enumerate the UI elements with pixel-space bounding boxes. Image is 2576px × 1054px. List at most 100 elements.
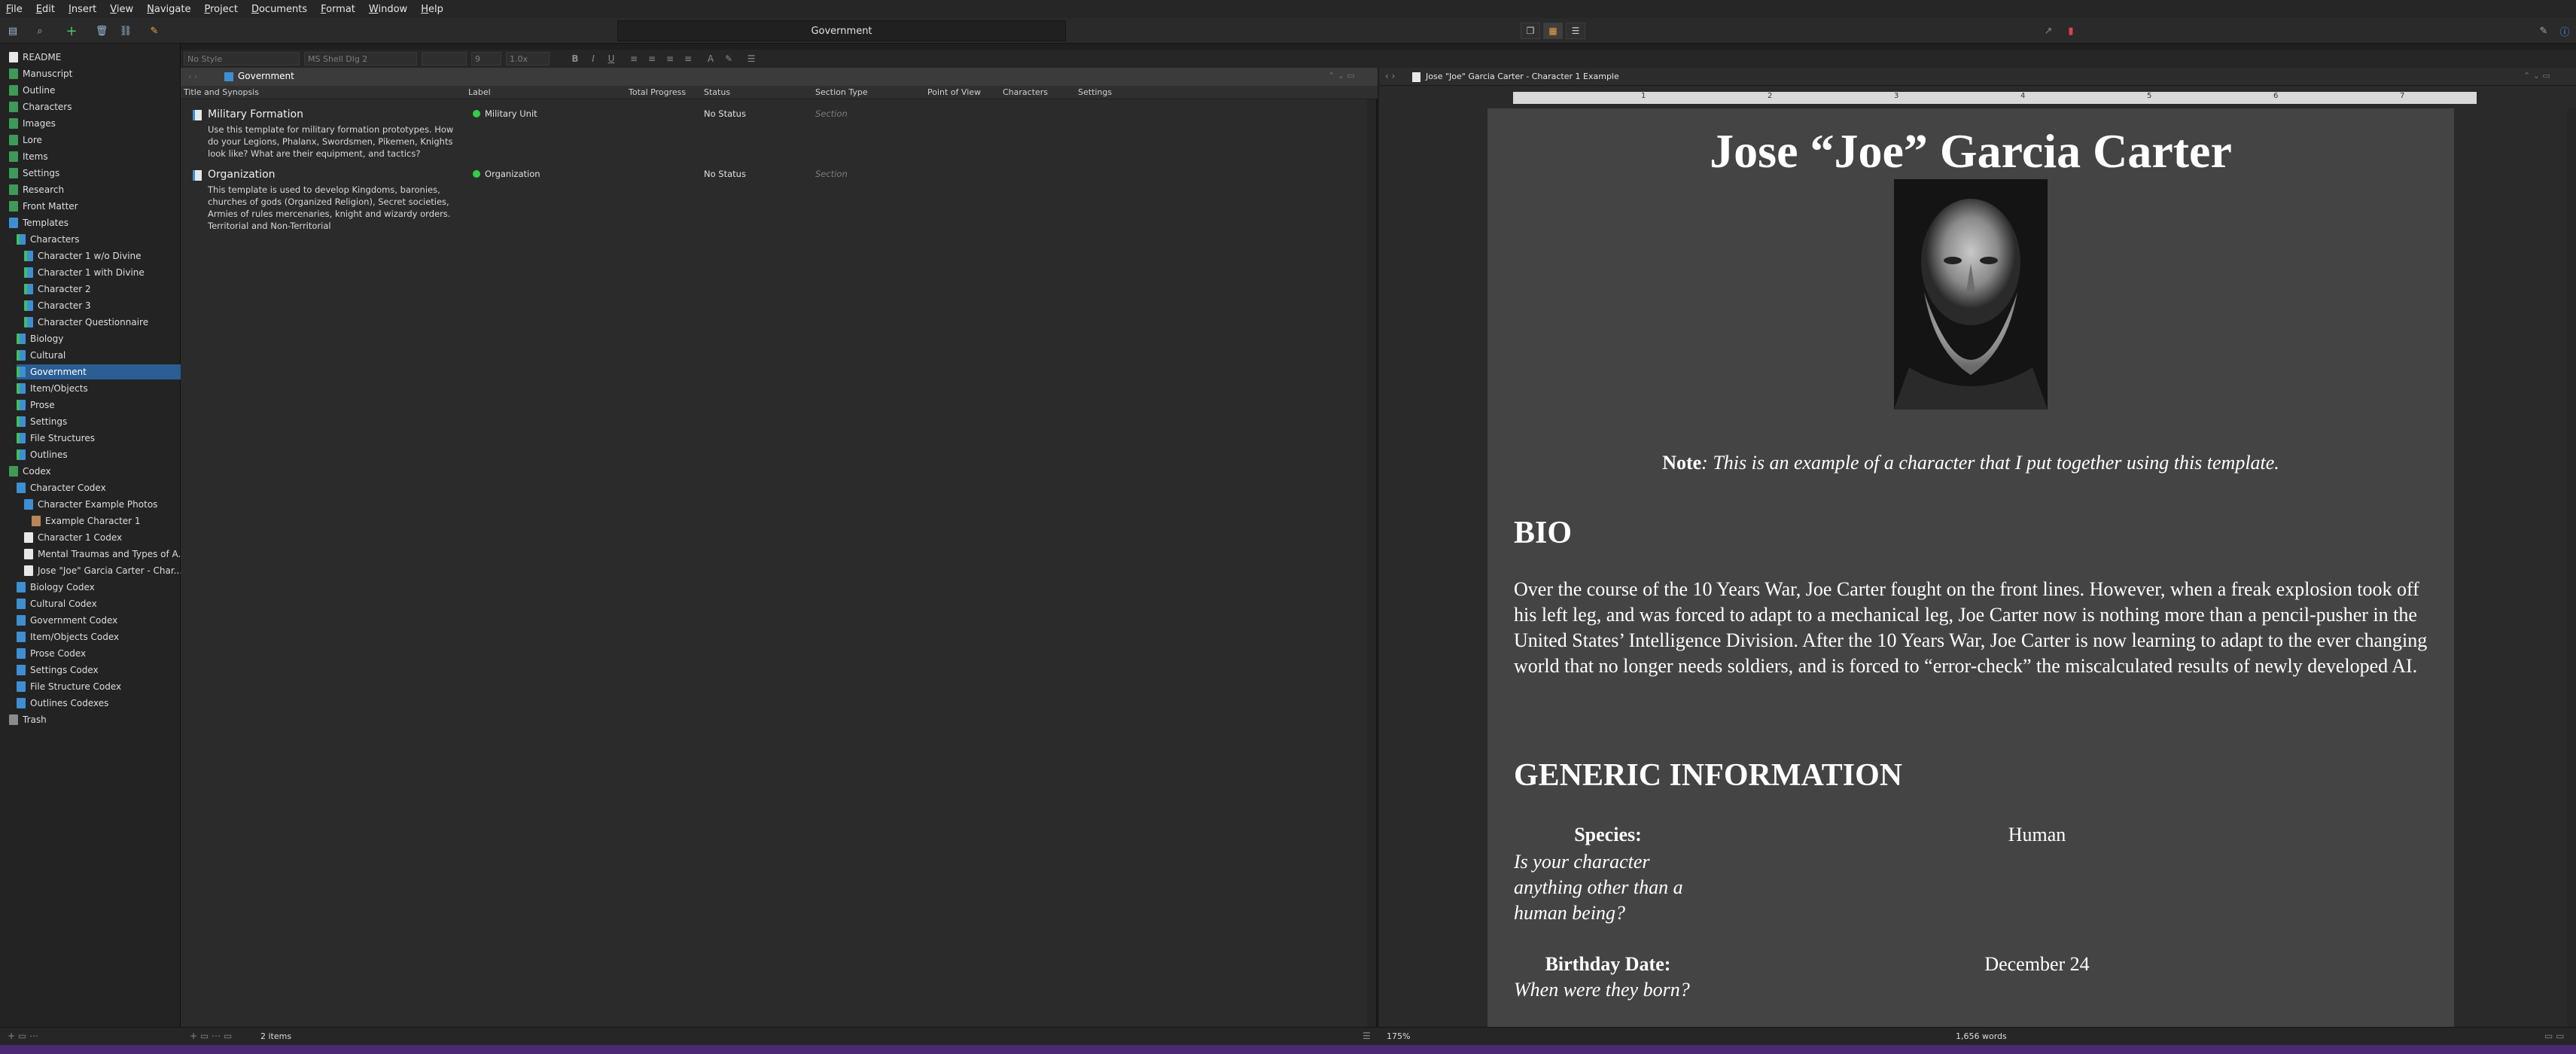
binder-item[interactable]: Images [9, 116, 181, 131]
binder-item[interactable]: Outlines [17, 447, 181, 462]
nav-arrows-icon[interactable]: ‹ › [188, 72, 197, 81]
binder-item[interactable]: Character 1 Codex [24, 530, 181, 545]
binder-item[interactable]: Settings [17, 414, 181, 429]
align-center-button[interactable]: ≡ [646, 53, 658, 65]
col-point-of-view[interactable]: Point of View [927, 87, 981, 97]
menu-format[interactable]: Format [321, 4, 355, 15]
scrivenings-view-button[interactable]: ❐ [1521, 23, 1540, 39]
nav-back-forward-icon[interactable]: ‹ › [1385, 71, 1395, 81]
binder-item[interactable]: Item/Objects [17, 381, 181, 396]
menu-view[interactable]: View [110, 4, 133, 15]
menu-project[interactable]: Project [204, 4, 238, 15]
binder-item[interactable]: Example Character 1 [32, 513, 181, 529]
binder-item[interactable]: Front Matter [9, 199, 181, 214]
corkboard-view-button[interactable]: ▦ [1543, 23, 1563, 39]
binder-item[interactable]: Outlines Codexes [17, 696, 181, 711]
menu-edit[interactable]: Edit [36, 4, 55, 15]
bold-button[interactable]: B [569, 53, 581, 65]
binder-item[interactable]: Jose "Joe" Garcia Carter - Char... [24, 563, 182, 578]
trash-icon[interactable]: 🗑 [95, 24, 108, 38]
col-characters[interactable]: Characters [1003, 87, 1048, 97]
ruler[interactable]: 1 2 3 4 5 6 7 [1513, 92, 2477, 104]
outliner-row[interactable]: Military Formation Use this template for… [181, 105, 1363, 166]
bookmark-icon[interactable]: ▮ [2064, 24, 2078, 38]
binder-item[interactable]: Manuscript [9, 66, 181, 81]
binder-item[interactable]: Mental Traumas and Types of A... [24, 547, 187, 562]
info-icon[interactable]: ⓘ [2558, 24, 2571, 38]
document-page[interactable]: Jose “Joe” Garcia Carter Note: This is a… [1487, 108, 2454, 1027]
binder-item[interactable]: Character 3 [24, 298, 181, 313]
underline-button[interactable]: U [605, 53, 617, 65]
binder-item[interactable]: File Structures [17, 431, 181, 446]
binder-toggle-icon[interactable]: ▤ [6, 24, 20, 38]
highlight-icon[interactable]: ✎ [723, 53, 735, 65]
add-icon[interactable]: + [65, 23, 78, 39]
col-total-progress[interactable]: Total Progress [629, 87, 686, 97]
menu-file[interactable]: File [6, 4, 23, 15]
align-left-button[interactable]: ≡ [628, 53, 640, 65]
justify-button[interactable]: ≡ [682, 53, 694, 65]
font-size-select[interactable]: 9 [471, 52, 501, 65]
binder-add-icon[interactable]: + ▭ ⋯ [8, 1031, 38, 1041]
edit-icon[interactable]: ✎ [148, 24, 161, 38]
binder-item[interactable]: Government [17, 364, 181, 379]
editor-scrollbar[interactable] [2567, 108, 2576, 1027]
split-icon[interactable]: ⌃ ⌄ ▭ [1328, 71, 1355, 81]
binder-item[interactable]: Characters [17, 232, 181, 247]
binder-item[interactable]: Items [9, 149, 181, 164]
share-icon[interactable]: ↗ [2042, 24, 2055, 38]
align-right-button[interactable]: ≡ [664, 53, 676, 65]
binder-item[interactable]: Outline [9, 83, 181, 98]
binder-item[interactable]: Cultural Codex [17, 596, 181, 611]
zoom-level[interactable]: 175% [1387, 1031, 1410, 1041]
link-icon[interactable]: ⛓ [119, 24, 132, 38]
menu-navigate[interactable]: Navigate [147, 4, 190, 15]
split-icon[interactable]: ⌃ ⌄ ▭ [2523, 71, 2550, 81]
binder-item[interactable]: Biology [17, 331, 181, 346]
binder-item[interactable]: Trash [9, 712, 181, 727]
binder-item[interactable]: Codex [9, 464, 181, 479]
binder-item[interactable]: README [9, 50, 181, 65]
binder-item[interactable]: Item/Objects Codex [17, 629, 181, 644]
font-select[interactable]: MS Shell Dlg 2 [304, 52, 417, 65]
line-spacing-select[interactable]: 1.0x [506, 52, 550, 65]
binder-item[interactable]: Research [9, 182, 181, 197]
col-status[interactable]: Status [704, 87, 730, 97]
compose-icon[interactable]: ✎ [2537, 24, 2550, 38]
text-color-icon[interactable]: A [705, 53, 717, 65]
search-icon[interactable]: ⌕ [33, 24, 47, 38]
binder-item[interactable]: Character Example Photos [24, 497, 181, 512]
binder-item[interactable]: Lore [9, 133, 181, 148]
italic-button[interactable]: I [587, 53, 599, 65]
col-section-type[interactable]: Section Type [815, 87, 868, 97]
binder-item[interactable]: Characters [9, 99, 181, 114]
binder-item[interactable]: Cultural [17, 348, 181, 363]
outliner-row[interactable]: Organization This template is used to de… [181, 166, 1363, 231]
menu-window[interactable]: Window [369, 4, 407, 15]
col-label[interactable]: Label [468, 87, 491, 97]
binder-item[interactable]: Character 2 [24, 282, 181, 297]
menu-insert[interactable]: Insert [69, 4, 96, 15]
binder-item[interactable]: Government Codex [17, 613, 181, 628]
binder-item[interactable]: Prose [17, 398, 181, 413]
col-settings[interactable]: Settings [1078, 87, 1112, 97]
binder-item[interactable]: Character Questionnaire [24, 315, 181, 330]
binder-item[interactable]: Prose Codex [17, 646, 181, 661]
binder-item[interactable]: Biology Codex [17, 580, 181, 595]
list-icon[interactable]: ☰ [1363, 1031, 1371, 1041]
menu-documents[interactable]: Documents [251, 4, 307, 15]
footer-right-icons[interactable]: ▭ ▭ [2544, 1031, 2565, 1041]
binder-item[interactable]: Character 1 w/o Divine [24, 248, 181, 264]
outliner-view-button[interactable]: ☰ [1566, 23, 1585, 39]
font-face-select[interactable] [422, 52, 467, 65]
menu-help[interactable]: Help [421, 4, 443, 15]
col-title-synopsis[interactable]: Title and Synopsis [184, 87, 259, 97]
outliner-footer-icons[interactable]: + ▭ ⋯ ▭ [190, 1031, 232, 1041]
outliner-scrollbar[interactable] [1367, 99, 1376, 1027]
binder-item[interactable]: File Structure Codex [17, 679, 181, 694]
list-icon[interactable]: ☰ [745, 53, 757, 65]
style-select[interactable]: No Style [184, 52, 300, 65]
binder-item[interactable]: Settings Codex [17, 663, 181, 678]
binder-item[interactable]: Settings [9, 166, 181, 181]
binder-item[interactable]: Character Codex [17, 480, 181, 495]
